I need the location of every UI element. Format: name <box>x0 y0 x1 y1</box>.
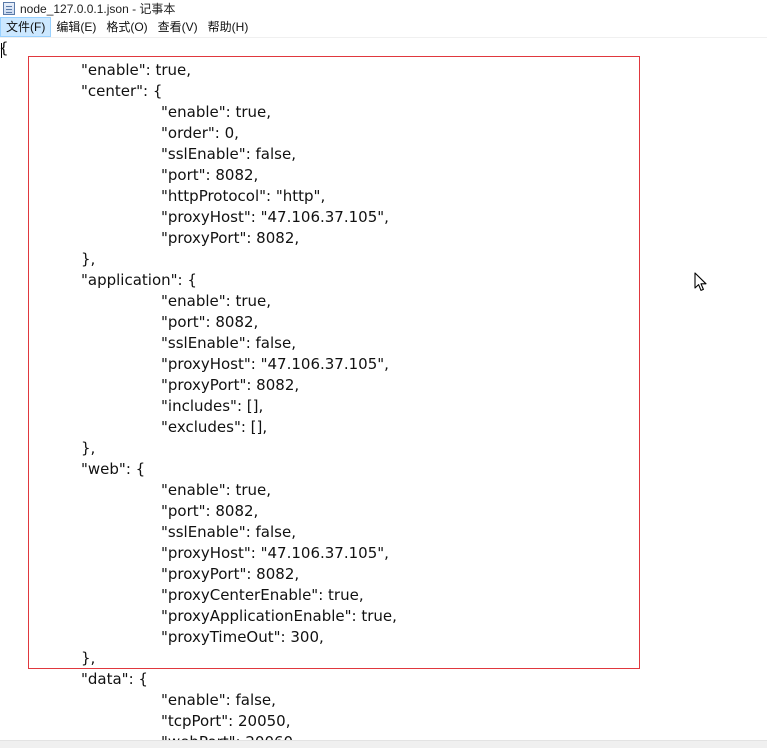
notepad-window: node_127.0.0.1.json - 记事本 文件(F) 编辑(E) 格式… <box>0 0 767 748</box>
mouse-cursor-icon <box>694 272 707 291</box>
code-line: }, <box>81 439 96 457</box>
window-title: node_127.0.0.1.json - 记事本 <box>20 2 176 16</box>
code-line: "port": 8082, <box>161 166 259 184</box>
code-line: "order": 0, <box>161 124 239 142</box>
code-line: "proxyTimeOut": 300, <box>161 628 324 646</box>
code-line: "excludes": [], <box>161 418 268 436</box>
code-line: "port": 8082, <box>161 502 259 520</box>
notepad-icon <box>3 2 15 15</box>
code-line: "proxyApplicationEnable": true, <box>161 607 397 625</box>
menu-format[interactable]: 格式(O) <box>101 17 152 37</box>
code-line: "web": { <box>81 460 146 478</box>
menu-edit[interactable]: 编辑(E) <box>51 17 101 37</box>
code-line: "tcpPort": 20050, <box>161 712 291 730</box>
code-line: "port": 8082, <box>161 313 259 331</box>
code-line: }, <box>81 649 96 667</box>
code-line: "proxyHost": "47.106.37.105", <box>161 544 389 562</box>
code-line: "webPort": 20060, <box>161 732 298 740</box>
code-line: "proxyHost": "47.106.37.105", <box>161 208 389 226</box>
code-line: "enable": true, <box>161 481 272 499</box>
code-line: "sslEnable": false, <box>161 523 296 541</box>
code-line: "sslEnable": false, <box>161 334 296 352</box>
menu-help[interactable]: 帮助(H) <box>203 17 254 37</box>
title-bar[interactable]: node_127.0.0.1.json - 记事本 <box>0 0 767 17</box>
code-line: "sslEnable": false, <box>161 145 296 163</box>
code-line: "data": { <box>81 670 148 688</box>
text-editor[interactable]: { "enable": true, "center": { "enable": … <box>0 38 767 740</box>
code-line: "httpProtocol": "http", <box>161 187 326 205</box>
horizontal-scrollbar[interactable] <box>0 740 767 748</box>
code-line: "proxyHost": "47.106.37.105", <box>161 355 389 373</box>
menu-bar: 文件(F) 编辑(E) 格式(O) 查看(V) 帮助(H) <box>0 17 767 38</box>
code-line: "enable": true, <box>161 292 272 310</box>
code-line: "proxyPort": 8082, <box>161 229 300 247</box>
code-line: "application": { <box>81 271 197 289</box>
menu-view[interactable]: 查看(V) <box>153 17 203 37</box>
code-line: "includes": [], <box>161 397 264 415</box>
code-line: "enable": true, <box>81 61 192 79</box>
code-line: }, <box>81 250 96 268</box>
code-line: "enable": false, <box>161 691 276 709</box>
code-line: "center": { <box>81 82 163 100</box>
code-line: "proxyPort": 8082, <box>161 376 300 394</box>
menu-file[interactable]: 文件(F) <box>0 17 52 37</box>
code-line: { <box>0 38 9 59</box>
code-line: "enable": true, <box>161 103 272 121</box>
code-line: "proxyCenterEnable": true, <box>161 586 364 604</box>
code-line: "proxyPort": 8082, <box>161 565 300 583</box>
